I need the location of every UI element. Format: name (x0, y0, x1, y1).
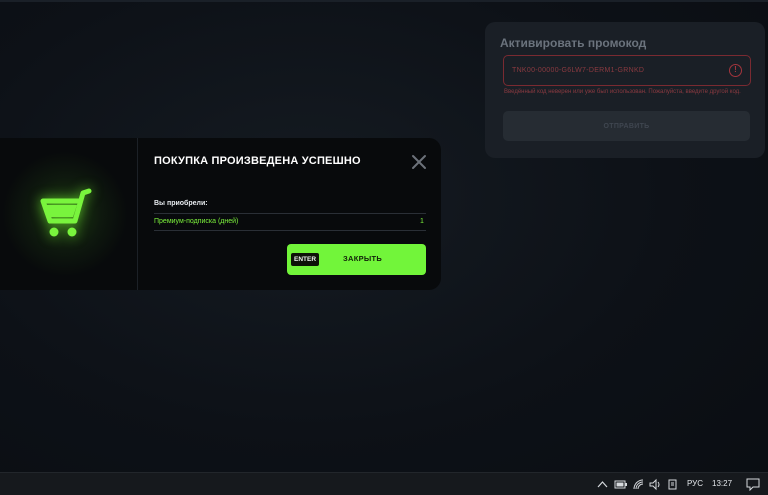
purchased-label: Вы приобрели: (154, 200, 208, 207)
divider-bottom (154, 230, 426, 231)
shopping-cart-icon (40, 188, 92, 237)
promo-title: Активировать промокод (500, 36, 647, 50)
device-icon[interactable] (667, 478, 679, 491)
language-indicator[interactable]: РУС (687, 479, 703, 488)
chevron-up-icon[interactable] (597, 478, 608, 491)
clock[interactable]: 13:27 (712, 479, 732, 488)
wifi-icon[interactable] (632, 478, 645, 491)
close-modal-label: ЗАКРЫТЬ (343, 254, 383, 263)
promo-submit-button[interactable]: ОТПРАВИТЬ (503, 111, 750, 141)
purchase-success-modal: ПОКУПКА ПРОИЗВЕДЕНА УСПЕШНО Вы приобрели… (0, 138, 441, 290)
error-alert-icon: ! (729, 64, 742, 77)
close-modal-button[interactable]: ENTER ЗАКРЫТЬ (287, 244, 426, 275)
enter-key-hint: ENTER (291, 253, 320, 266)
list-item-quantity: 1 (420, 218, 424, 225)
promo-panel: Активировать промокод ! Введённый код не… (485, 22, 765, 158)
modal-title: ПОКУПКА ПРОИЗВЕДЕНА УСПЕШНО (154, 155, 361, 167)
list-item-name: Премиум-подписка (дней) (154, 218, 239, 225)
battery-icon[interactable] (614, 478, 628, 491)
modal-icon-area (0, 138, 138, 290)
promo-error-message: Введённый код неверен или уже был исполь… (504, 89, 741, 95)
promo-code-field[interactable]: ! (503, 55, 751, 86)
notification-icon[interactable] (746, 478, 760, 492)
close-button[interactable] (409, 152, 429, 172)
volume-icon[interactable] (649, 478, 662, 491)
divider-top (154, 213, 426, 214)
taskbar: РУС 13:27 (0, 472, 768, 495)
promo-code-input[interactable] (512, 56, 722, 85)
top-border (0, 0, 768, 2)
close-icon (412, 155, 426, 169)
